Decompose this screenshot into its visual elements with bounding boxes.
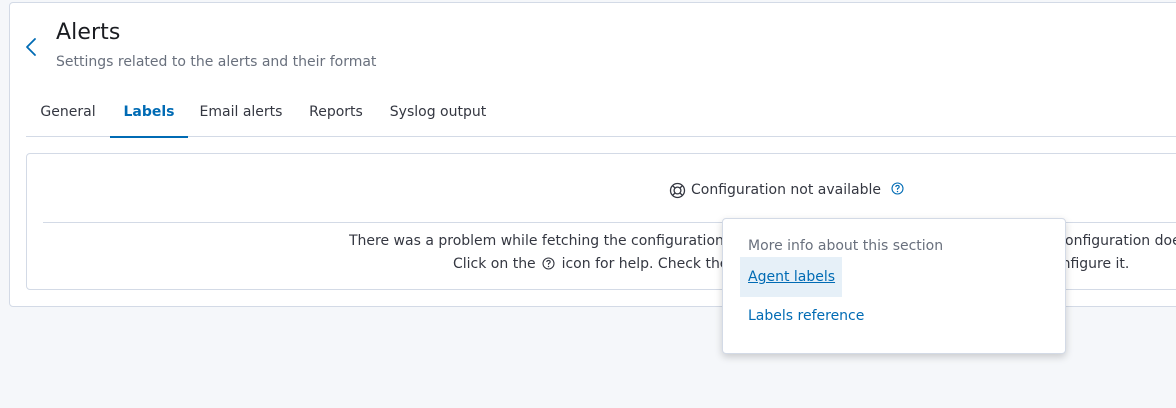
question-circle-icon [891,181,904,195]
agent-labels-link[interactable]: Agent labels [740,257,842,297]
tab-labels[interactable]: Labels [110,89,188,138]
back-button[interactable] [23,37,41,57]
tab-email-alerts[interactable]: Email alerts [188,89,294,137]
card-heading-text: Configuration not available [691,182,881,198]
error-message-text: There was a problem while fetching the c… [349,233,742,249]
help-popover: More info about this section Agent label… [722,218,1066,354]
question-circle-icon [542,257,555,270]
chevron-left-icon [26,38,36,56]
help-text-post: icon for help. Check the [561,256,729,272]
tab-reports[interactable]: Reports [294,89,378,137]
help-text-pre: Click on the [453,256,536,272]
tab-general[interactable]: General [26,89,110,137]
card-heading: Configuration not available [669,180,904,200]
help-button[interactable] [891,181,904,199]
tab-syslog-output[interactable]: Syslog output [378,89,498,137]
lifebuoy-icon [669,182,686,198]
popover-title: More info about this section [748,238,944,254]
page-title: Alerts [56,20,121,45]
error-message-tail: onfiguration does [1065,233,1176,249]
tab-bar: General Labels Email alerts Reports Sysl… [26,89,1176,138]
labels-reference-link[interactable]: Labels reference [748,308,864,324]
page-subtitle: Settings related to the alerts and their… [56,54,377,70]
